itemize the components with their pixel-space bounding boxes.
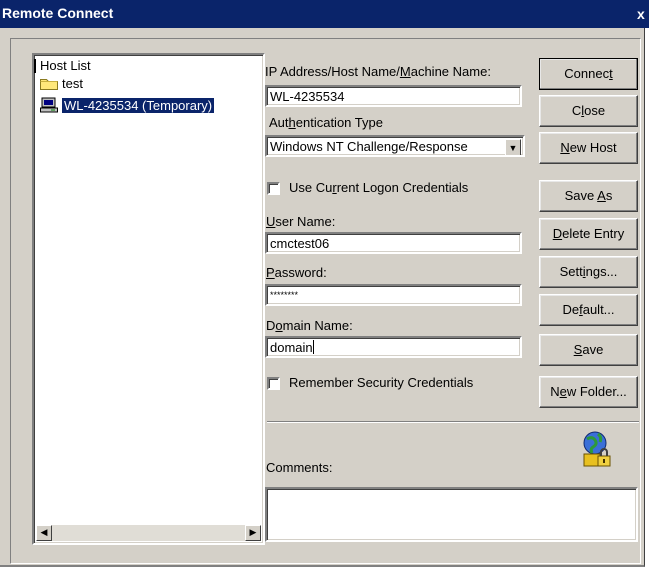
tree-item-label: test xyxy=(62,76,83,91)
settings-button[interactable]: Settings... xyxy=(539,256,638,288)
remember-credentials-checkbox[interactable] xyxy=(267,377,280,390)
domain-name-input[interactable]: domain xyxy=(265,336,522,358)
connect-button[interactable]: Connect xyxy=(539,58,638,90)
use-current-logon-checkbox[interactable] xyxy=(267,182,280,195)
tree-item-label: WL-4235534 (Temporary) xyxy=(62,98,215,113)
remember-credentials-label: Remember Security Credentials xyxy=(289,375,474,390)
tree-line xyxy=(34,59,36,73)
user-name-input[interactable]: cmctest06 xyxy=(265,232,522,254)
authentication-type-label: Authentication Type xyxy=(269,115,383,130)
new-host-button[interactable]: New Host xyxy=(539,132,638,164)
tree-root-host-list[interactable]: Host List xyxy=(40,58,91,73)
password-input[interactable]: ******** xyxy=(265,284,522,306)
ip-address-input[interactable]: WL-4235534 xyxy=(265,85,522,107)
dialog-client-area: Host List test WL-4235534 (Temporary) ◀ … xyxy=(10,38,641,564)
delete-entry-button[interactable]: Delete Entry xyxy=(539,218,638,250)
save-button[interactable]: Save xyxy=(539,334,638,366)
comments-textarea[interactable] xyxy=(265,487,638,542)
computer-icon xyxy=(40,97,58,113)
scroll-right-arrow-icon[interactable]: ▶ xyxy=(245,525,261,541)
globe-lock-icon xyxy=(582,430,612,468)
tree-item-wl-4235534[interactable]: WL-4235534 (Temporary) xyxy=(40,97,215,113)
chevron-down-icon[interactable]: ▼ xyxy=(505,139,521,155)
use-current-logon-label: Use Current Logon Credentials xyxy=(289,180,469,195)
ip-address-label: IP Address/Host Name/Machine Name: xyxy=(265,64,491,79)
remote-connect-window: Remote Connect x Host List test WL-42355… xyxy=(0,0,649,567)
new-folder-button[interactable]: New Folder... xyxy=(539,376,638,408)
title-bar[interactable]: Remote Connect x xyxy=(0,0,649,28)
user-name-label: User Name: xyxy=(266,214,336,229)
save-as-button[interactable]: Save As xyxy=(539,180,638,212)
domain-name-label: Domain Name: xyxy=(266,318,353,333)
window-title: Remote Connect xyxy=(2,5,114,21)
tree-horizontal-scrollbar[interactable]: ◀ ▶ xyxy=(36,525,261,541)
scroll-left-arrow-icon[interactable]: ◀ xyxy=(36,525,52,541)
text-cursor xyxy=(312,340,314,354)
host-list-tree[interactable]: Host List test WL-4235534 (Temporary) ◀ … xyxy=(32,53,265,545)
separator xyxy=(267,421,639,423)
close-window-button[interactable]: x xyxy=(637,6,649,22)
password-label: Password: xyxy=(266,265,327,280)
domain-name-value: domain xyxy=(270,340,313,355)
comments-label: Comments: xyxy=(266,460,333,475)
authentication-type-value: Windows NT Challenge/Response xyxy=(270,139,468,154)
folder-icon xyxy=(40,77,58,90)
authentication-type-select[interactable]: Windows NT Challenge/Response ▼ xyxy=(265,135,525,157)
tree-item-test[interactable]: test xyxy=(40,76,83,91)
close-button[interactable]: Close xyxy=(539,95,638,127)
default-button[interactable]: Default... xyxy=(539,294,638,326)
